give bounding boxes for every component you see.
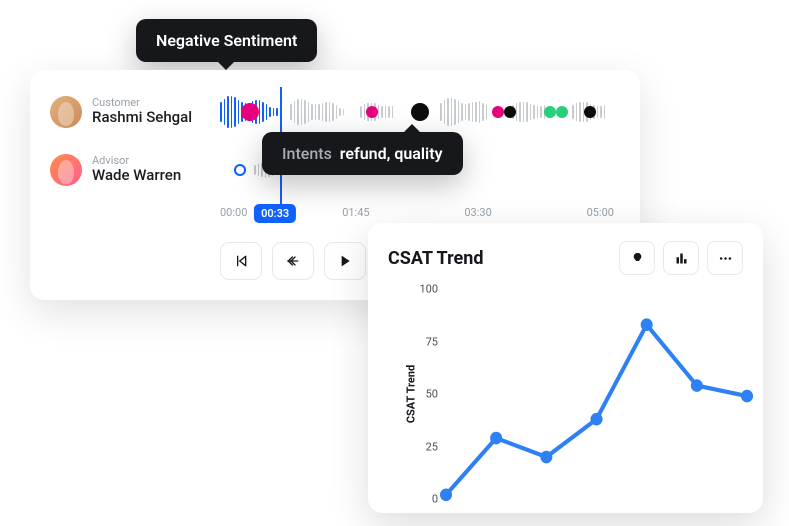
series-line bbox=[446, 325, 747, 495]
customer-role-label: Customer bbox=[92, 97, 220, 108]
time-tick: 00:00 bbox=[220, 206, 247, 228]
marker-dot[interactable] bbox=[411, 103, 429, 121]
bar-chart-icon bbox=[674, 251, 689, 266]
y-tick: 25 bbox=[410, 440, 438, 453]
play-icon bbox=[337, 253, 353, 269]
marker-dot[interactable] bbox=[556, 106, 568, 118]
chart-plot[interactable] bbox=[446, 289, 747, 499]
data-point[interactable] bbox=[691, 379, 703, 392]
csat-chart: CSAT Trend 0255075100 bbox=[388, 289, 747, 499]
current-time-pill[interactable]: 00:33 bbox=[254, 204, 296, 223]
intents-tooltip: Intents refund, quality bbox=[262, 132, 463, 175]
csat-card: CSAT Trend CSAT Trend 02 bbox=[368, 223, 763, 513]
intents-tooltip-value: refund, quality bbox=[340, 144, 443, 163]
data-point[interactable] bbox=[490, 432, 502, 445]
arrow-left-icon bbox=[285, 253, 301, 269]
marker-dot[interactable] bbox=[366, 106, 378, 118]
advisor-role-label: Advisor bbox=[92, 155, 220, 166]
data-point[interactable] bbox=[741, 390, 753, 403]
skip-start-icon bbox=[233, 253, 249, 269]
wave-cluster bbox=[512, 90, 545, 134]
csat-header: CSAT Trend bbox=[388, 241, 743, 275]
lightbulb-icon bbox=[630, 251, 645, 266]
intents-tooltip-label: Intents bbox=[282, 144, 332, 163]
advisor-text: Advisor Wade Warren bbox=[92, 155, 220, 185]
marker-dot[interactable] bbox=[584, 106, 596, 118]
chart-svg bbox=[446, 289, 747, 499]
advisor-avatar bbox=[50, 154, 82, 186]
marker-dot[interactable] bbox=[504, 106, 516, 118]
y-tick: 75 bbox=[410, 335, 438, 348]
wave-cluster bbox=[440, 90, 487, 134]
csat-actions bbox=[619, 241, 743, 275]
data-point[interactable] bbox=[641, 318, 653, 331]
y-tick: 100 bbox=[410, 283, 438, 296]
more-icon bbox=[718, 251, 733, 266]
chart-type-button[interactable] bbox=[663, 241, 699, 275]
customer-name: Rashmi Sehgal bbox=[92, 108, 220, 127]
data-point[interactable] bbox=[590, 413, 602, 426]
marker-dot[interactable] bbox=[492, 106, 504, 118]
customer-avatar bbox=[50, 96, 82, 128]
sentiment-tooltip-text: Negative Sentiment bbox=[156, 31, 297, 50]
insight-button[interactable] bbox=[619, 241, 655, 275]
y-tick: 0 bbox=[410, 493, 438, 506]
marker-dot[interactable] bbox=[241, 103, 259, 121]
wave-cluster bbox=[290, 90, 344, 134]
csat-title: CSAT Trend bbox=[388, 248, 483, 269]
sentiment-tooltip: Negative Sentiment bbox=[136, 19, 317, 62]
customer-row: Customer Rashmi Sehgal bbox=[50, 90, 614, 134]
play-button[interactable] bbox=[324, 242, 366, 280]
marker-dot[interactable] bbox=[544, 106, 556, 118]
skip-start-button[interactable] bbox=[220, 242, 262, 280]
more-button[interactable] bbox=[707, 241, 743, 275]
y-tick: 50 bbox=[410, 388, 438, 401]
prev-button[interactable] bbox=[272, 242, 314, 280]
y-ticks: 0255075100 bbox=[410, 289, 438, 499]
customer-text: Customer Rashmi Sehgal bbox=[92, 97, 220, 127]
advisor-name: Wade Warren bbox=[92, 166, 220, 185]
data-point[interactable] bbox=[540, 451, 552, 464]
data-point[interactable] bbox=[440, 489, 452, 502]
marker-dot[interactable] bbox=[234, 164, 246, 176]
time-tick: 01:45 bbox=[342, 206, 369, 228]
